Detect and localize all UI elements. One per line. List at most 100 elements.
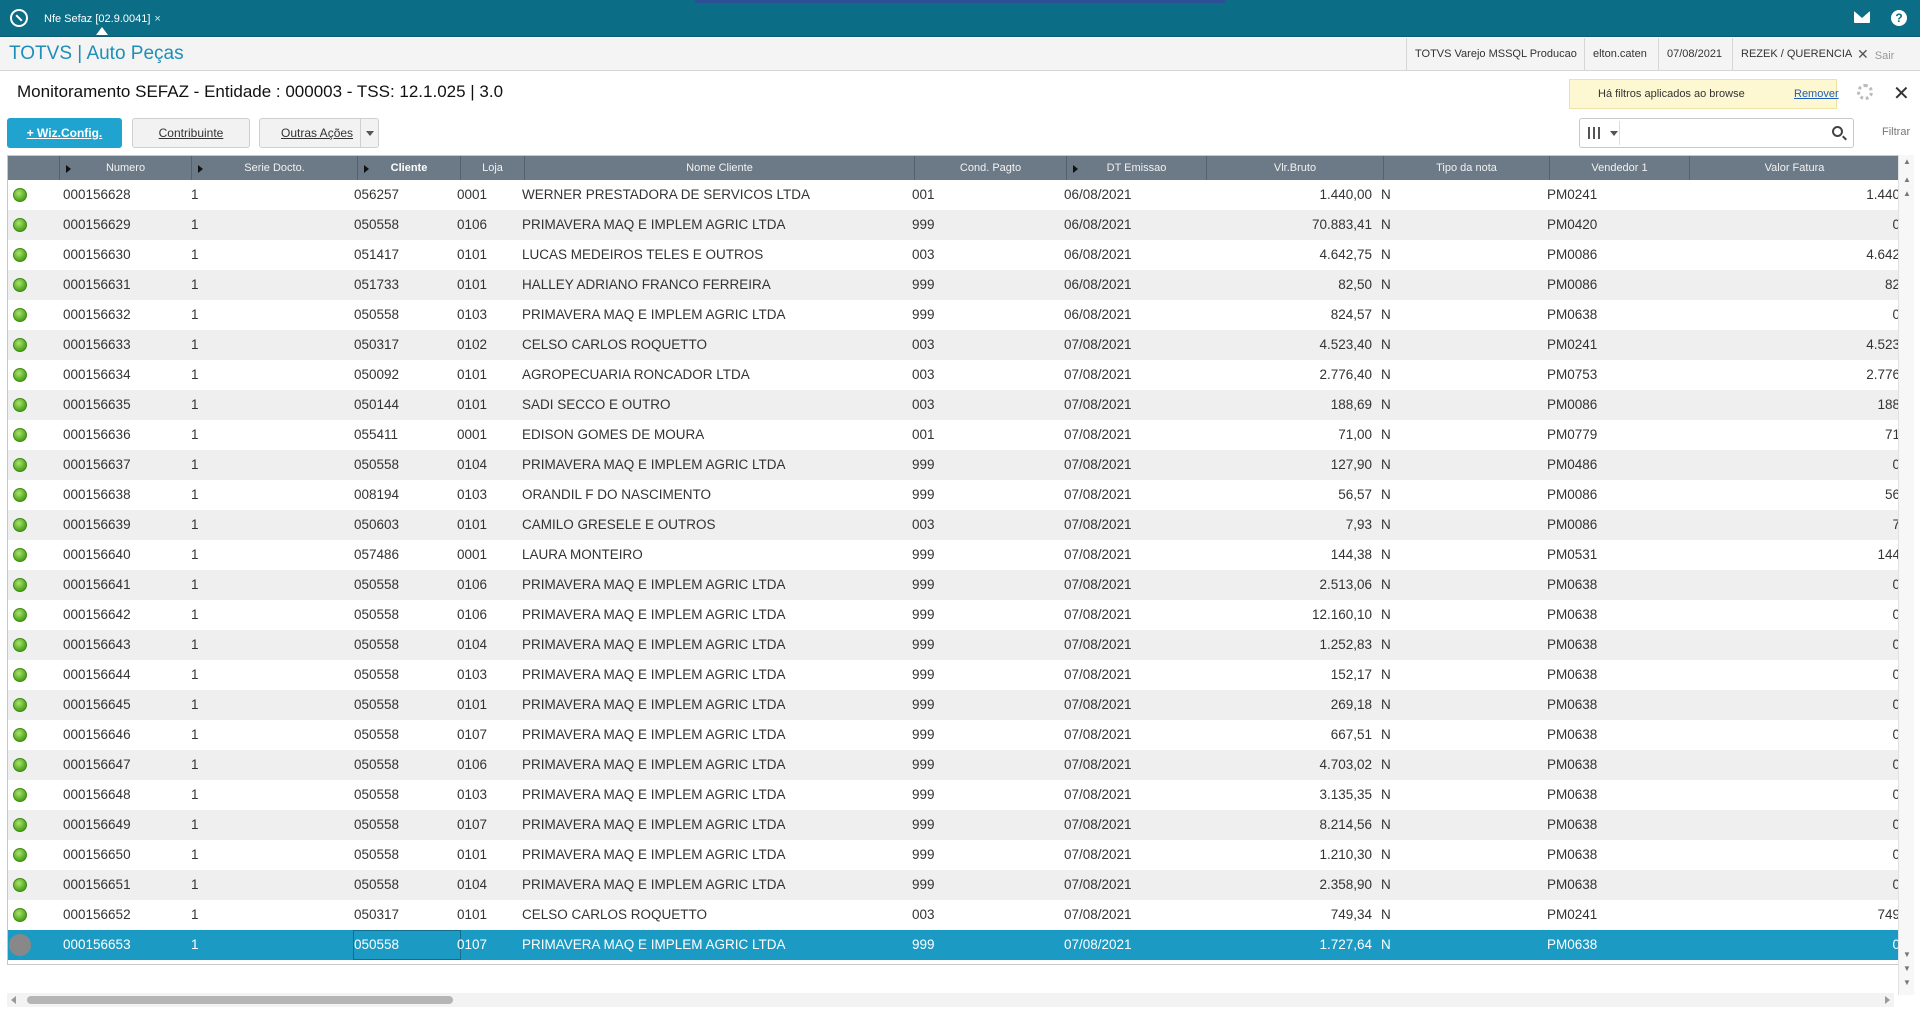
status-dot-icon[interactable] <box>13 278 27 292</box>
column-header[interactable]: Vendedor 1 <box>1550 156 1690 180</box>
column-header[interactable]: Cliente <box>358 156 461 180</box>
column-header[interactable]: Serie Docto. <box>192 156 358 180</box>
mail-icon[interactable] <box>1854 11 1870 23</box>
table-row[interactable]: 000156628 1 056257 0001 WERNER PRESTADORA DE… <box>8 180 1900 210</box>
status-dot-icon[interactable] <box>13 518 27 532</box>
company-label[interactable]: REZEK / QUERENCIA <box>1732 38 1860 71</box>
scroll-top-icon[interactable]: ▲ <box>1899 157 1915 169</box>
status-dot-icon[interactable] <box>13 428 27 442</box>
table-row[interactable]: 000156630 1 051417 0101 LUCAS MEDEIROS TELES… <box>8 240 1900 270</box>
exit-button[interactable]: ✕ Sair <box>1857 38 1894 71</box>
status-dot-icon[interactable] <box>9 934 31 956</box>
table-row[interactable]: 000156632 1 050558 0103 PRIMAVERA MAQ E IMPL… <box>8 300 1900 330</box>
column-header[interactable]: Nome Cliente <box>525 156 915 180</box>
table-row[interactable]: 000156652 1 050317 0101 CELSO CARLOS ROQUETT… <box>8 900 1900 930</box>
scroll-bottom-icon[interactable]: ▼ <box>1899 978 1915 990</box>
sort-arrow-icon[interactable] <box>1073 165 1078 173</box>
table-row[interactable]: 000156645 1 050558 0101 PRIMAVERA MAQ E IMPL… <box>8 690 1900 720</box>
tab-close-icon[interactable]: × <box>154 13 160 25</box>
sort-arrow-icon[interactable] <box>364 165 369 173</box>
status-dot-icon[interactable] <box>13 458 27 472</box>
table-row[interactable]: 000156644 1 050558 0103 PRIMAVERA MAQ E IMPL… <box>8 660 1900 690</box>
sort-arrow-icon[interactable] <box>198 165 203 173</box>
table-row[interactable]: 000156648 1 050558 0103 PRIMAVERA MAQ E IMPL… <box>8 780 1900 810</box>
status-dot-icon[interactable] <box>13 638 27 652</box>
table-row[interactable]: 000156651 1 050558 0104 PRIMAVERA MAQ E IMPL… <box>8 870 1900 900</box>
status-dot-icon[interactable] <box>13 908 27 922</box>
scroll-down-icon[interactable]: ▼ <box>1899 950 1915 962</box>
cell-valor-fatura: 0 <box>1892 757 1900 772</box>
column-header-status[interactable] <box>8 156 60 180</box>
table-row[interactable]: 000156631 1 051733 0101 HALLEY ADRIANO FRANC… <box>8 270 1900 300</box>
status-dot-icon[interactable] <box>13 338 27 352</box>
table-row[interactable]: 000156650 1 050558 0101 PRIMAVERA MAQ E IMPL… <box>8 840 1900 870</box>
horizontal-scroll-thumb[interactable] <box>27 996 453 1004</box>
user-label[interactable]: elton.caten <box>1584 38 1655 71</box>
table-row[interactable]: 000156639 1 050603 0101 CAMILO GRESELE E OUT… <box>8 510 1900 540</box>
table-row[interactable]: 000156646 1 050558 0107 PRIMAVERA MAQ E IMPL… <box>8 720 1900 750</box>
search-icon[interactable] <box>1832 126 1843 137</box>
scroll-page-up-icon[interactable]: ▲ <box>1899 175 1915 187</box>
remove-filter-link[interactable]: Remover <box>1794 88 1839 100</box>
scroll-page-down-icon[interactable]: ▼ <box>1899 964 1915 976</box>
grid-horizontal-scrollbar[interactable] <box>7 993 1894 1007</box>
table-row[interactable]: 000156637 1 050558 0104 PRIMAVERA MAQ E IMPL… <box>8 450 1900 480</box>
status-dot-icon[interactable] <box>13 848 27 862</box>
status-dot-icon[interactable] <box>13 218 27 232</box>
column-header[interactable]: Cond. Pagto <box>915 156 1067 180</box>
chevron-down-icon[interactable] <box>360 119 378 147</box>
status-dot-icon[interactable] <box>13 788 27 802</box>
status-dot-icon[interactable] <box>13 548 27 562</box>
column-header[interactable]: Vlr.Bruto <box>1207 156 1384 180</box>
column-header[interactable]: Numero <box>60 156 192 180</box>
scroll-up-icon[interactable]: ▲ <box>1899 189 1915 201</box>
table-row[interactable]: 000156653 1 050558 0107 PRIMAVERA MAQ E IMPL… <box>8 930 1900 960</box>
status-dot-icon[interactable] <box>13 728 27 742</box>
status-dot-icon[interactable] <box>13 368 27 382</box>
close-page-icon[interactable]: ✕ <box>1893 81 1910 106</box>
status-dot-icon[interactable] <box>13 878 27 892</box>
columns-icon[interactable] <box>1582 121 1620 145</box>
column-header[interactable]: DT Emissao <box>1067 156 1207 180</box>
table-row[interactable]: 000156641 1 050558 0106 PRIMAVERA MAQ E IMPL… <box>8 570 1900 600</box>
column-header[interactable]: Loja <box>461 156 525 180</box>
status-dot-icon[interactable] <box>13 398 27 412</box>
status-dot-icon[interactable] <box>13 308 27 322</box>
table-row[interactable]: 000156636 1 055411 0001 EDISON GOMES DE MOUR… <box>8 420 1900 450</box>
status-dot-icon[interactable] <box>13 698 27 712</box>
help-icon[interactable]: ? <box>1891 10 1907 26</box>
wiz-config-button[interactable]: + Wiz.Config. <box>7 118 122 148</box>
scroll-right-icon[interactable] <box>1885 996 1890 1004</box>
table-row[interactable]: 000156640 1 057486 0001 LAURA MONTEIRO 999 07/… <box>8 540 1900 570</box>
table-row[interactable]: 000156649 1 050558 0107 PRIMAVERA MAQ E IMPL… <box>8 810 1900 840</box>
status-dot-icon[interactable] <box>13 818 27 832</box>
status-dot-icon[interactable] <box>13 488 27 502</box>
table-row[interactable]: 000156647 1 050558 0106 PRIMAVERA MAQ E IMPL… <box>8 750 1900 780</box>
outras-acoes-button[interactable]: Outras Ações <box>259 118 379 148</box>
status-dot-icon[interactable] <box>13 248 27 262</box>
table-row[interactable]: 000156629 1 050558 0106 PRIMAVERA MAQ E IMPL… <box>8 210 1900 240</box>
table-row[interactable]: 000156635 1 050144 0101 SADI SECCO E OUTRO 00… <box>8 390 1900 420</box>
totvs-logo-icon[interactable] <box>10 9 28 27</box>
table-row[interactable]: 000156633 1 050317 0102 CELSO CARLOS ROQUETT… <box>8 330 1900 360</box>
status-dot-icon[interactable] <box>13 758 27 772</box>
status-dot-icon[interactable] <box>13 608 27 622</box>
table-row[interactable]: 000156642 1 050558 0106 PRIMAVERA MAQ E IMPL… <box>8 600 1900 630</box>
gear-icon[interactable] <box>1857 84 1873 100</box>
status-dot-icon[interactable] <box>13 188 27 202</box>
search-input[interactable] <box>1579 118 1854 148</box>
vertical-scroll-track[interactable]: ▲ ▲ ▲ ▼ ▼ ▼ <box>1898 155 1914 995</box>
table-row[interactable]: 000156634 1 050092 0101 AGROPECUARIA RONCADO… <box>8 360 1900 390</box>
table-row[interactable]: 000156643 1 050558 0104 PRIMAVERA MAQ E IMPL… <box>8 630 1900 660</box>
sort-arrow-icon[interactable] <box>66 165 71 173</box>
date-label[interactable]: 07/08/2021 <box>1658 38 1730 71</box>
environment-label[interactable]: TOTVS Varejo MSSQL Producao <box>1406 38 1585 71</box>
status-dot-icon[interactable] <box>13 668 27 682</box>
contribuinte-button[interactable]: Contribuinte <box>132 118 250 148</box>
status-dot-icon[interactable] <box>13 578 27 592</box>
column-header[interactable]: Valor Fatura <box>1690 156 1900 180</box>
filtrar-label[interactable]: Filtrar <box>1882 126 1910 138</box>
column-header[interactable]: Tipo da nota <box>1384 156 1550 180</box>
scroll-left-icon[interactable] <box>11 996 16 1004</box>
table-row[interactable]: 000156638 1 008194 0103 ORANDIL F DO NASCIME… <box>8 480 1900 510</box>
